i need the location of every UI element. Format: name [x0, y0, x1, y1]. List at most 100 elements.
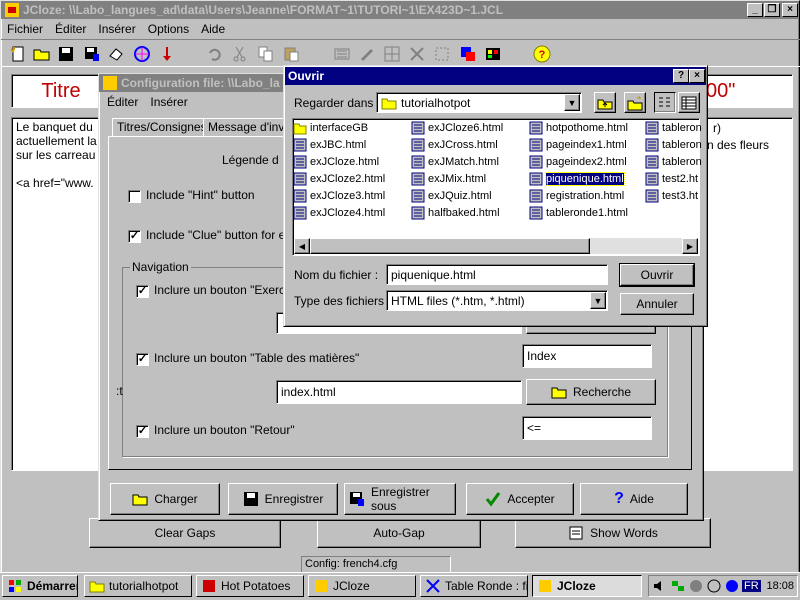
filetype-dropdown[interactable]: HTML files (*.htm, *.html) ▼ [386, 290, 608, 311]
file-item[interactable]: hotpothome.html [529, 120, 628, 136]
list-view-button[interactable] [654, 92, 676, 113]
open-close-button[interactable]: × [689, 69, 705, 83]
file-item[interactable]: pageindex1.html [529, 137, 627, 153]
taskbar-item-hotpotatoes[interactable]: Hot Potatoes [196, 575, 304, 597]
details-view-button[interactable] [678, 92, 700, 113]
file-item[interactable]: exJCloze3.html [293, 188, 385, 204]
html-file-icon [293, 172, 307, 186]
file-item[interactable]: tableron [645, 137, 702, 153]
enregistrer-sous-button[interactable]: Enregistrer sous [344, 483, 456, 515]
file-item[interactable]: exJCloze2.html [293, 171, 385, 187]
file-item[interactable]: tableron [645, 120, 702, 136]
help-icon[interactable]: ? [533, 45, 551, 63]
auto-gap-button[interactable]: Auto-Gap [317, 518, 481, 548]
search-button[interactable]: Recherche [526, 379, 656, 405]
config-menu-inserer[interactable]: Insérer [144, 95, 193, 109]
nav-exercise-checkbox[interactable]: ✓ [136, 285, 149, 298]
minimize-button[interactable]: _ [747, 3, 763, 17]
file-item[interactable]: test2.ht [645, 171, 698, 187]
file-item[interactable]: halfbaked.html [411, 205, 500, 221]
hscroll-left[interactable]: ◀ [294, 238, 310, 254]
charger-button[interactable]: Charger [110, 483, 220, 515]
file-item[interactable]: exJMix.html [411, 171, 486, 187]
include-clue-checkbox[interactable]: ✓ [128, 230, 141, 243]
file-item[interactable]: piquenique.html [529, 171, 625, 187]
open-folder-icon[interactable] [33, 45, 51, 63]
chevron-down-icon[interactable]: ▼ [564, 94, 580, 111]
taskbar-item-jcloze-2[interactable]: JCloze [532, 575, 642, 597]
annuler-button[interactable]: Annuler [620, 293, 694, 315]
down-arrow-icon[interactable] [158, 45, 176, 63]
up-folder-button[interactable] [594, 92, 616, 113]
file-item[interactable]: exJCross.html [411, 137, 498, 153]
start-button[interactable]: Démarrer [2, 575, 78, 597]
taskbar-item-tableronde[interactable]: Table Ronde : fi [420, 575, 528, 597]
save-icon[interactable] [57, 45, 75, 63]
paste-icon[interactable] [282, 45, 300, 63]
hscroll-right[interactable]: ▶ [682, 238, 698, 254]
language-indicator[interactable]: FR [742, 580, 761, 592]
file-item[interactable]: exJBC.html [293, 137, 366, 153]
web-icon[interactable] [133, 45, 151, 63]
file-item[interactable]: exJCloze.html [293, 154, 379, 170]
menu-aide[interactable]: Aide [195, 22, 231, 36]
clear-gaps-button[interactable]: Clear Gaps [89, 518, 281, 548]
tool-icon-2[interactable] [358, 45, 376, 63]
cut-icon[interactable] [231, 45, 249, 63]
include-hint-checkbox[interactable] [128, 190, 141, 203]
taskbar-label: Hot Potatoes [221, 579, 291, 593]
menu-editer[interactable]: Éditer [49, 22, 92, 36]
enregistrer-button[interactable]: Enregistrer [228, 483, 338, 515]
tab-titres-consignes[interactable]: Titres/Consignes [112, 118, 212, 136]
eraser-icon[interactable] [107, 45, 125, 63]
file-item[interactable]: exJMatch.html [411, 154, 499, 170]
filename-field[interactable]: piquenique.html [386, 264, 608, 285]
file-item[interactable]: test3.ht [645, 188, 698, 204]
taskbar-item-tutorialhotpot[interactable]: tutorialhotpot [84, 575, 192, 597]
tool-icon-1[interactable] [333, 45, 351, 63]
new-folder-button[interactable] [624, 92, 646, 113]
ouvrir-button[interactable]: Ouvrir [619, 263, 695, 287]
open-help-button[interactable]: ? [673, 69, 689, 83]
open-title-bar: Ouvrir ? × [285, 67, 706, 85]
toc-file-field[interactable]: index.html [276, 380, 522, 404]
restore-button[interactable]: ❐ [764, 3, 780, 17]
back-caption-field[interactable]: <= [522, 416, 652, 440]
accepter-button[interactable]: Accepter [466, 483, 574, 515]
file-name: exJCross.html [428, 139, 498, 151]
config-icon[interactable] [459, 45, 477, 63]
file-item[interactable]: exJCloze6.html [411, 120, 503, 136]
file-item[interactable]: tableron [645, 154, 702, 170]
show-words-button[interactable]: Show Words [515, 518, 711, 548]
taskbar-item-jcloze-1[interactable]: JCloze [308, 575, 416, 597]
menu-fichier[interactable]: Fichier [1, 22, 49, 36]
file-item[interactable]: exJCloze4.html [293, 205, 385, 221]
checkmark-icon [486, 492, 501, 507]
toc-caption-field[interactable]: Index [522, 344, 652, 368]
close-button[interactable]: × [782, 3, 798, 17]
look-in-dropdown[interactable]: tutorialhotpot ▼ [376, 92, 582, 113]
menu-inserer[interactable]: Insérer [92, 22, 141, 36]
hscroll-thumb[interactable] [310, 238, 590, 254]
config-menu-editer[interactable]: Éditer [101, 95, 144, 109]
nav-back-checkbox[interactable]: ✓ [136, 425, 149, 438]
copy-icon[interactable] [257, 45, 275, 63]
menu-options[interactable]: Options [142, 22, 195, 36]
new-icon[interactable] [9, 45, 27, 63]
title-value-field[interactable]: 00" [701, 74, 793, 108]
nav-toc-checkbox[interactable]: ✓ [136, 353, 149, 366]
undo-icon[interactable] [206, 45, 224, 63]
save-as-icon[interactable] [83, 45, 101, 63]
aide-button[interactable]: ? Aide [580, 483, 688, 515]
file-item[interactable]: exJQuiz.html [411, 188, 492, 204]
tool-icon-5[interactable] [433, 45, 451, 63]
title-field[interactable]: Titre [11, 74, 111, 108]
file-item[interactable]: tableronde1.html [529, 205, 628, 221]
tool-icon-4[interactable] [408, 45, 426, 63]
chevron-down-icon[interactable]: ▼ [590, 292, 606, 309]
file-item[interactable]: pageindex2.html [529, 154, 627, 170]
file-item[interactable]: interfaceGB [293, 120, 368, 136]
file-item[interactable]: registration.html [529, 188, 624, 204]
tool-icon-3[interactable] [383, 45, 401, 63]
palette-icon[interactable] [484, 45, 502, 63]
